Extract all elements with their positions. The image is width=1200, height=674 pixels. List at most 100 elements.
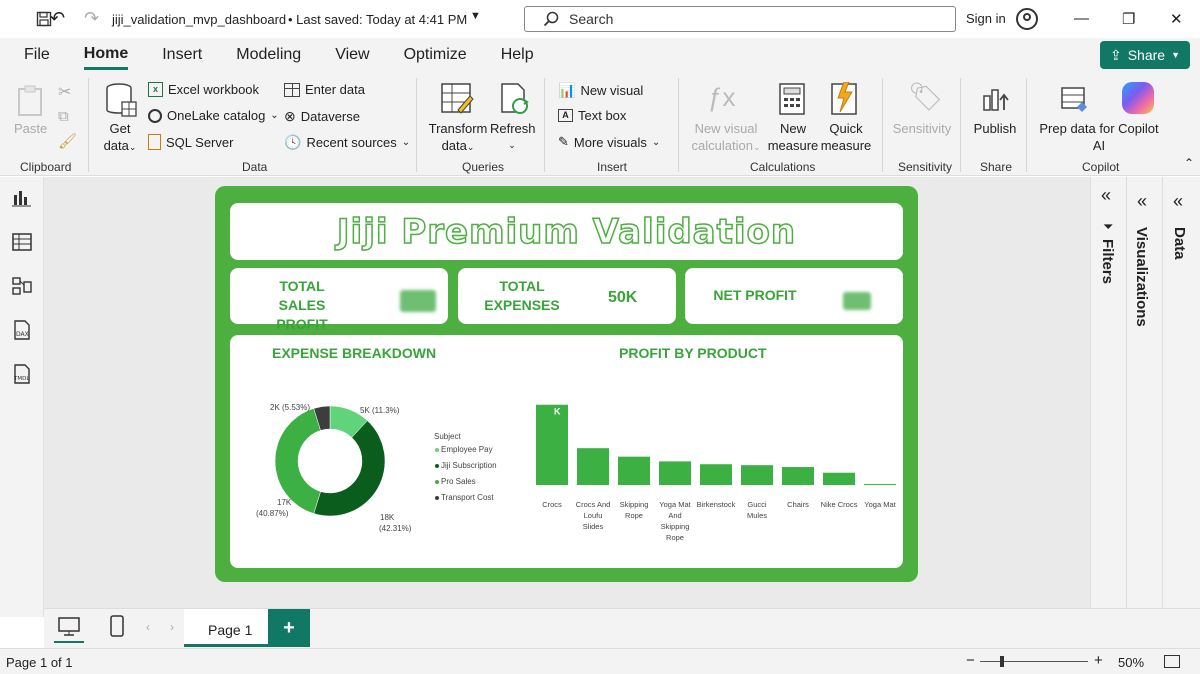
format-painter-icon[interactable]: 🖌 bbox=[58, 132, 77, 150]
share-button[interactable]: ⇪ Share ▼ bbox=[1100, 41, 1190, 69]
legend-item[interactable]: Transport Cost bbox=[435, 493, 494, 502]
chevron-down-icon: ▼ bbox=[1171, 50, 1180, 60]
desktop-layout-icon[interactable] bbox=[58, 617, 80, 637]
ribbon-separator bbox=[882, 78, 883, 172]
prep-data-copilot-button[interactable]: Prep data for Copilot AI bbox=[1034, 120, 1164, 154]
bar-crocs-and-loufu-slides[interactable] bbox=[577, 448, 609, 485]
bar-yoga-mat[interactable] bbox=[864, 484, 896, 486]
recent-sources-button[interactable]: 🕓 Recent sources ⌄ bbox=[284, 134, 410, 151]
legend-item[interactable]: Pro Sales bbox=[435, 477, 476, 486]
bar-category-label: Yoga Mat bbox=[659, 500, 691, 509]
menu-file[interactable]: File bbox=[24, 46, 50, 64]
menu-view[interactable]: View bbox=[335, 46, 369, 64]
tmdl-view-icon[interactable]: TMDL bbox=[11, 363, 33, 385]
sign-in-link[interactable]: Sign in bbox=[966, 11, 1006, 26]
menu-modeling[interactable]: Modeling bbox=[236, 46, 301, 64]
group-label-calculations: Calculations bbox=[750, 160, 816, 174]
kpi-card-expenses[interactable]: TOTAL EXPENSES 50K bbox=[458, 268, 676, 324]
bar-crocs[interactable] bbox=[536, 404, 568, 485]
avatar[interactable] bbox=[1016, 8, 1038, 30]
bar-yoga-mat-and-skipping-rope[interactable] bbox=[659, 461, 691, 485]
get-data-button[interactable]: Get data⌄ bbox=[100, 120, 140, 156]
expand-visualizations-icon[interactable]: « bbox=[1137, 191, 1147, 212]
dataverse-button[interactable]: ⊗ Dataverse bbox=[284, 108, 360, 125]
prev-page-icon[interactable]: ‹ bbox=[146, 620, 150, 634]
chevron-down-icon: ⌄ bbox=[651, 136, 661, 148]
fit-to-page-icon[interactable] bbox=[1164, 655, 1180, 668]
menu-optimize[interactable]: Optimize bbox=[404, 46, 467, 64]
table-view-icon[interactable] bbox=[11, 231, 33, 253]
new-visual-calculation-button[interactable]: New visual calculation⌄ bbox=[686, 120, 766, 156]
minimize-icon[interactable]: — bbox=[1074, 10, 1089, 27]
more-visuals-button[interactable]: ✎ More visuals ⌄ bbox=[558, 134, 660, 150]
new-visual-button[interactable]: 📊 New visual bbox=[558, 82, 643, 99]
new-measure-label: New bbox=[779, 121, 806, 136]
sensitivity-button[interactable]: Sensitivity bbox=[892, 120, 952, 137]
page-tab[interactable]: Page 1 bbox=[184, 609, 268, 647]
cut-icon[interactable]: ✂ bbox=[58, 82, 71, 102]
sql-server-button[interactable]: SQL Server bbox=[148, 134, 233, 150]
next-page-icon[interactable]: › bbox=[170, 620, 174, 634]
restore-icon[interactable]: ❐ bbox=[1122, 10, 1135, 28]
undo-icon[interactable]: ↶ bbox=[50, 8, 65, 29]
legend-item[interactable]: Employee Pay bbox=[435, 445, 493, 454]
bar-category-label: Yoga Mat bbox=[864, 500, 896, 509]
legend-item[interactable]: Jiji Subscription bbox=[435, 461, 497, 470]
share-icon: ⇪ bbox=[1109, 46, 1122, 63]
menu-help[interactable]: Help bbox=[501, 46, 534, 64]
search-input[interactable]: Search bbox=[524, 6, 956, 32]
collapse-ribbon-icon[interactable]: ⌃ bbox=[1184, 156, 1194, 170]
profit-bar-chart[interactable]: Crocs K Crocs And Loufu Slides Skipping Rope Yo… bbox=[520, 385, 900, 555]
menu-insert[interactable]: Insert bbox=[162, 46, 202, 64]
bar-nike-crocs[interactable] bbox=[823, 472, 855, 485]
bar-birkenstock[interactable] bbox=[700, 464, 732, 485]
legend-dot bbox=[435, 447, 439, 452]
bar-category-label: Chairs bbox=[787, 500, 809, 509]
menu-home[interactable]: Home bbox=[83, 45, 129, 70]
model-view-icon[interactable] bbox=[11, 275, 33, 297]
charts-panel[interactable]: EXPENSE BREAKDOWN PROFIT BY PRODUCT 2K (… bbox=[230, 335, 903, 568]
paste-button[interactable]: Paste bbox=[14, 120, 47, 137]
onelake-catalog-button[interactable]: OneLake catalog ⌄ bbox=[148, 108, 279, 123]
redo-icon[interactable]: ↷ bbox=[84, 8, 99, 29]
excel-workbook-button[interactable]: x Excel workbook bbox=[148, 82, 259, 97]
filters-pane-label[interactable]: Filters bbox=[1099, 239, 1116, 284]
zoom-out-icon[interactable]: − bbox=[966, 652, 975, 669]
text-box-button[interactable]: A Text box bbox=[558, 108, 626, 123]
bar-chairs[interactable] bbox=[782, 467, 814, 485]
transform-data-button[interactable]: Transform data⌄ bbox=[428, 120, 488, 156]
new-measure-button[interactable]: New measure bbox=[766, 120, 820, 154]
visualizations-pane-label[interactable]: Visualizations bbox=[1133, 227, 1150, 327]
data-pane-label[interactable]: Data bbox=[1171, 227, 1188, 260]
dax-query-view-icon[interactable]: DAX bbox=[11, 319, 33, 341]
kpi-card-sales-profit[interactable]: TOTAL SALES PROFIT bbox=[230, 268, 448, 332]
chevron-down-icon[interactable]: ▼ bbox=[470, 10, 481, 22]
zoom-in-icon[interactable]: + bbox=[1094, 652, 1103, 669]
database-icon bbox=[106, 83, 137, 117]
ribbon-separator bbox=[544, 78, 545, 172]
report-view-icon[interactable] bbox=[11, 187, 33, 209]
copilot-icon[interactable] bbox=[1122, 82, 1154, 114]
enter-data-button[interactable]: Enter data bbox=[284, 82, 365, 97]
group-label-share: Share bbox=[980, 160, 1013, 174]
text-box-label: Text box bbox=[578, 108, 627, 123]
publish-button[interactable]: Publish bbox=[970, 120, 1020, 137]
refresh-button[interactable]: Refresh ⌄ bbox=[490, 120, 536, 154]
title-card[interactable]: Jiji Premium Validation bbox=[230, 203, 903, 260]
kpi-card-net-profit[interactable]: NET PROFIT bbox=[685, 268, 903, 324]
add-page-button[interactable]: + bbox=[268, 609, 310, 647]
bar-gucci-mules[interactable] bbox=[741, 465, 773, 485]
expand-data-icon[interactable]: « bbox=[1173, 191, 1183, 212]
close-icon[interactable]: ✕ bbox=[1170, 10, 1183, 28]
copy-icon[interactable]: ⧉ bbox=[58, 108, 69, 125]
zoom-slider[interactable] bbox=[980, 656, 1088, 667]
zoom-slider-thumb[interactable] bbox=[1000, 656, 1004, 667]
collapse-filters-icon[interactable]: « bbox=[1101, 185, 1111, 206]
mobile-layout-icon[interactable] bbox=[110, 615, 124, 637]
bar-skipping-rope[interactable] bbox=[618, 456, 650, 485]
quick-measure-button[interactable]: Quick measure bbox=[820, 120, 872, 154]
bar-category-label: Loufu bbox=[584, 511, 603, 520]
refresh-label: Refresh bbox=[490, 121, 536, 136]
more-visuals-label: More visuals bbox=[573, 134, 647, 150]
blurred-value bbox=[843, 292, 871, 310]
